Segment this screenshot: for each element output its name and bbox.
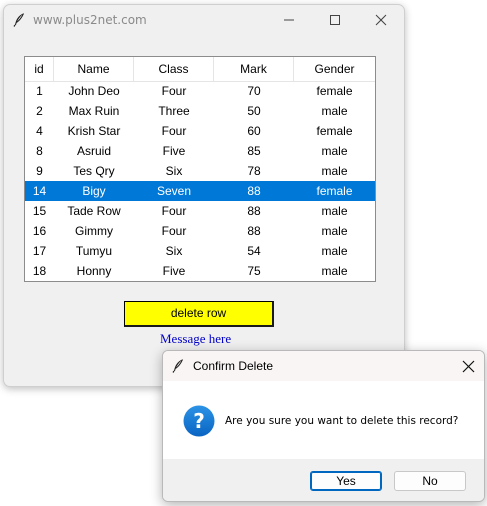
cell-name: Max Ruin bbox=[68, 104, 120, 118]
close-button[interactable] bbox=[358, 5, 404, 35]
cell-gender: female bbox=[316, 84, 353, 98]
cell-name: Gimmy bbox=[75, 224, 113, 238]
cell-class: Seven bbox=[156, 184, 192, 198]
cell-class: Five bbox=[162, 264, 186, 278]
cell-name: John Deo bbox=[68, 84, 120, 98]
cell-gender: male bbox=[321, 164, 348, 178]
table-row[interactable]: 9 Tes Qry Six 78 male bbox=[25, 161, 375, 181]
table-row[interactable]: 8 Asruid Five 85 male bbox=[25, 141, 375, 161]
maximize-icon bbox=[330, 15, 340, 25]
cell-id: 1 bbox=[36, 84, 43, 98]
window-title: www.plus2net.com bbox=[33, 13, 147, 27]
close-icon bbox=[375, 14, 387, 26]
cell-class: Three bbox=[158, 104, 190, 118]
cell-class: Four bbox=[161, 124, 187, 138]
cell-name: Tes Qry bbox=[73, 164, 115, 178]
records-table[interactable]: id Name Class Mark Gender 1 John Deo Four 7… bbox=[24, 56, 376, 282]
cell-mark: 60 bbox=[247, 124, 261, 138]
confirm-delete-dialog: Confirm Delete ? Are you sure you want t… bbox=[162, 350, 485, 502]
feather-icon bbox=[13, 13, 24, 27]
cell-id: 18 bbox=[32, 264, 47, 278]
no-button[interactable]: No bbox=[394, 471, 466, 491]
cell-id: 14 bbox=[32, 184, 47, 198]
cell-name: Tumyu bbox=[75, 244, 113, 258]
cell-gender: male bbox=[321, 144, 348, 158]
cell-class: Four bbox=[161, 204, 187, 218]
cell-mark: 88 bbox=[247, 184, 261, 198]
svg-text:?: ? bbox=[193, 409, 205, 433]
cell-class: Four bbox=[161, 84, 187, 98]
column-header-gender[interactable]: Gender bbox=[294, 57, 375, 81]
cell-mark: 70 bbox=[247, 84, 261, 98]
table-row[interactable]: 16 Gimmy Four 88 male bbox=[25, 221, 375, 241]
cell-gender: male bbox=[321, 224, 348, 238]
cell-class: Four bbox=[161, 224, 187, 238]
cell-id: 8 bbox=[36, 144, 43, 158]
cell-name: Honny bbox=[76, 264, 112, 278]
cell-gender: female bbox=[316, 124, 353, 138]
cell-mark: 75 bbox=[247, 264, 261, 278]
cell-id: 2 bbox=[36, 104, 43, 118]
column-header-name[interactable]: Name bbox=[54, 57, 134, 81]
column-header-mark[interactable]: Mark bbox=[214, 57, 294, 81]
dialog-close-button[interactable] bbox=[453, 351, 484, 381]
minimize-button[interactable] bbox=[266, 5, 312, 35]
cell-class: Six bbox=[165, 164, 183, 178]
cell-mark: 50 bbox=[247, 104, 261, 118]
table-row[interactable]: 4 Krish Star Four 60 female bbox=[25, 121, 375, 141]
cell-name: Asruid bbox=[76, 144, 111, 158]
cell-gender: male bbox=[321, 204, 348, 218]
cell-mark: 78 bbox=[247, 164, 261, 178]
cell-mark: 88 bbox=[247, 204, 261, 218]
column-header-class[interactable]: Class bbox=[134, 57, 214, 81]
feather-icon bbox=[172, 359, 183, 373]
cell-gender: female bbox=[316, 184, 353, 198]
cell-gender: male bbox=[321, 104, 348, 118]
message-label: Message here bbox=[160, 331, 232, 346]
table-body: 1 John Deo Four 70 female 2 Max Ruin Three 50 mal… bbox=[25, 81, 375, 281]
table-row[interactable]: 14 Bigy Seven 88 female bbox=[25, 181, 375, 201]
cell-class: Six bbox=[165, 244, 183, 258]
cell-id: 4 bbox=[36, 124, 43, 138]
table-row[interactable]: 1 John Deo Four 70 female bbox=[25, 81, 375, 101]
maximize-button[interactable] bbox=[312, 5, 358, 35]
dialog-title: Confirm Delete bbox=[193, 359, 274, 373]
cell-id: 9 bbox=[36, 164, 43, 178]
table-row[interactable]: 17 Tumyu Six 54 male bbox=[25, 241, 375, 261]
main-titlebar[interactable]: www.plus2net.com bbox=[4, 5, 404, 35]
minimize-icon bbox=[284, 19, 294, 21]
column-header-id[interactable]: id bbox=[25, 57, 54, 81]
table-row[interactable]: 18 Honny Five 75 male bbox=[25, 261, 375, 281]
cell-id: 15 bbox=[32, 204, 47, 218]
dialog-footer: Yes No bbox=[163, 459, 484, 501]
table-row[interactable]: 2 Max Ruin Three 50 male bbox=[25, 101, 375, 121]
cell-id: 16 bbox=[32, 224, 47, 238]
cell-mark: 88 bbox=[247, 224, 261, 238]
cell-id: 17 bbox=[32, 244, 47, 258]
cell-name: Krish Star bbox=[67, 124, 121, 138]
table-header: id Name Class Mark Gender bbox=[25, 57, 375, 82]
dialog-body: ? Are you sure you want to delete this r… bbox=[163, 381, 484, 459]
delete-row-button[interactable]: delete row bbox=[124, 301, 274, 327]
cell-name: Bigy bbox=[82, 184, 106, 198]
main-window: www.plus2net.com id Name Class Mark Gend… bbox=[3, 4, 405, 387]
dialog-titlebar[interactable]: Confirm Delete bbox=[163, 351, 484, 381]
close-icon bbox=[462, 360, 475, 373]
cell-gender: male bbox=[321, 244, 348, 258]
yes-button[interactable]: Yes bbox=[310, 471, 382, 491]
cell-class: Five bbox=[162, 144, 186, 158]
dialog-message: Are you sure you want to delete this rec… bbox=[225, 415, 459, 427]
question-icon: ? bbox=[183, 405, 215, 437]
cell-mark: 54 bbox=[247, 244, 261, 258]
cell-name: Tade Row bbox=[67, 204, 121, 218]
table-row[interactable]: 15 Tade Row Four 88 male bbox=[25, 201, 375, 221]
cell-mark: 85 bbox=[247, 144, 261, 158]
cell-gender: male bbox=[321, 264, 348, 278]
